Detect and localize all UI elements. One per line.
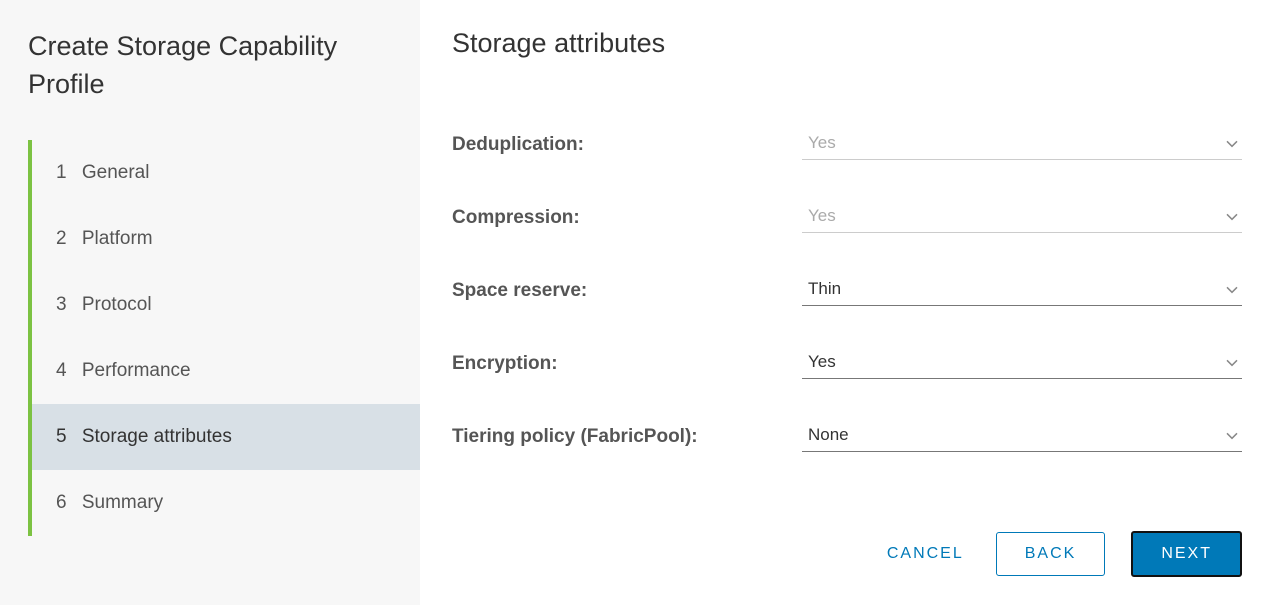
select-deduplication[interactable]: Yes: [802, 131, 1242, 160]
row-encryption: Encryption: Yes: [452, 350, 1242, 379]
step-label: Performance: [82, 360, 191, 381]
select-space-reserve[interactable]: Thin: [802, 277, 1242, 306]
label-tiering-policy: Tiering policy (FabricPool):: [452, 426, 802, 452]
footer-buttons: CANCEL BACK NEXT: [452, 519, 1242, 577]
select-value: Yes: [808, 352, 836, 371]
step-number: 3: [56, 294, 67, 315]
select-compression[interactable]: Yes: [802, 204, 1242, 233]
chevron-down-icon: [1226, 211, 1238, 223]
select-encryption[interactable]: Yes: [802, 350, 1242, 379]
row-compression: Compression: Yes: [452, 204, 1242, 233]
select-value: None: [808, 425, 849, 444]
step-platform[interactable]: 2 Platform: [32, 206, 420, 272]
next-button[interactable]: NEXT: [1131, 531, 1242, 577]
label-compression: Compression:: [452, 207, 802, 233]
step-label: Storage attributes: [82, 426, 232, 447]
row-space-reserve: Space reserve: Thin: [452, 277, 1242, 306]
form-rows: Deduplication: Yes Compression: Yes Spac…: [452, 131, 1242, 519]
cancel-button[interactable]: CANCEL: [881, 533, 970, 575]
page-title: Storage attributes: [452, 28, 1242, 59]
step-label: General: [82, 162, 150, 183]
wizard-steps: 1 General 2 Platform 3 Protocol 4 Perfor…: [28, 140, 420, 536]
label-encryption: Encryption:: [452, 353, 802, 379]
label-deduplication: Deduplication:: [452, 134, 802, 160]
chevron-down-icon: [1226, 430, 1238, 442]
select-value: Yes: [808, 133, 836, 152]
step-number: 6: [56, 492, 67, 513]
step-number: 1: [56, 162, 67, 183]
back-button[interactable]: BACK: [996, 532, 1106, 576]
step-number: 4: [56, 360, 67, 381]
row-deduplication: Deduplication: Yes: [452, 131, 1242, 160]
wizard-title: Create Storage Capability Profile: [28, 28, 420, 104]
label-space-reserve: Space reserve:: [452, 280, 802, 306]
chevron-down-icon: [1226, 357, 1238, 369]
chevron-down-icon: [1226, 284, 1238, 296]
step-label: Protocol: [82, 294, 152, 315]
select-value: Yes: [808, 206, 836, 225]
step-label: Platform: [82, 228, 153, 249]
main-content: Storage attributes Deduplication: Yes Co…: [420, 0, 1280, 605]
step-protocol[interactable]: 3 Protocol: [32, 272, 420, 338]
chevron-down-icon: [1226, 138, 1238, 150]
step-number: 2: [56, 228, 67, 249]
select-value: Thin: [808, 279, 841, 298]
select-tiering-policy[interactable]: None: [802, 423, 1242, 452]
step-number: 5: [56, 426, 67, 447]
step-performance[interactable]: 4 Performance: [32, 338, 420, 404]
step-label: Summary: [82, 492, 163, 513]
wizard-sidebar: Create Storage Capability Profile 1 Gene…: [0, 0, 420, 605]
step-general[interactable]: 1 General: [32, 140, 420, 206]
step-summary[interactable]: 6 Summary: [32, 470, 420, 536]
row-tiering-policy: Tiering policy (FabricPool): None: [452, 423, 1242, 452]
step-storage-attributes[interactable]: 5 Storage attributes: [32, 404, 420, 470]
